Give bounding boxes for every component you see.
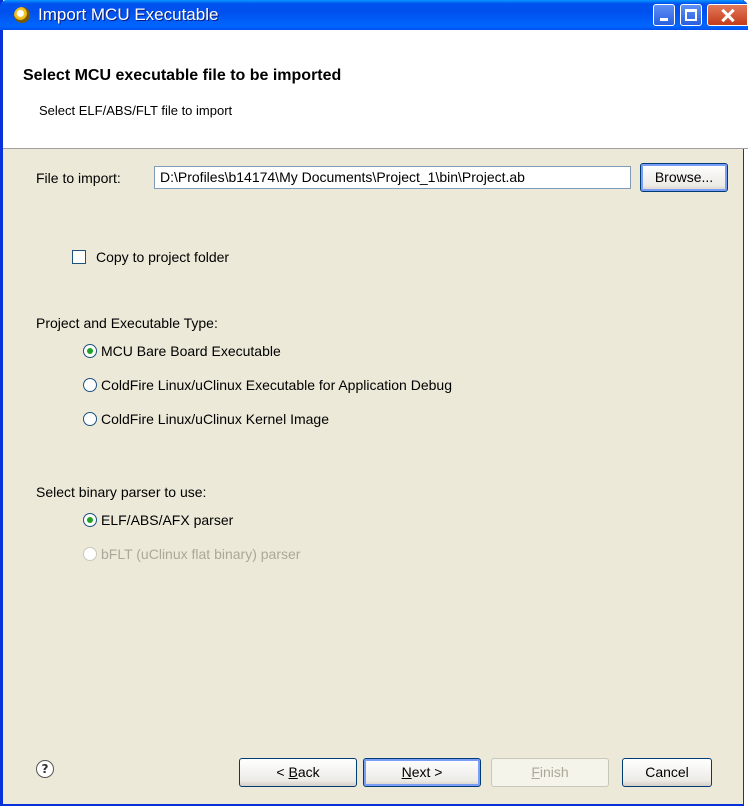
file-to-import-label: File to import: [36,170,121,186]
next-button-rest: ext > [411,764,443,780]
next-button-mnemonic: N [401,764,412,780]
radio-elf-parser[interactable] [83,513,97,527]
back-button-mnemonic: B [288,764,298,780]
app-icon [14,7,30,23]
window-title: Import MCU Executable [38,5,219,24]
browse-button[interactable]: Browse... [640,163,728,192]
radio-coldfire-app-debug[interactable] [83,378,97,392]
file-path-input[interactable]: D:\Profiles\b14174\My Documents\Project_… [154,166,631,189]
radio-mcu-bare-board-label[interactable]: MCU Bare Board Executable [101,343,281,359]
radio-elf-parser-label[interactable]: ELF/ABS/AFX parser [101,512,233,528]
finish-button-mnemonic: F [531,764,540,780]
wizard-header: Select MCU executable file to be importe… [3,30,748,149]
finish-button: Finish [491,758,609,787]
radio-bflt-parser [83,547,97,561]
title-bar: Import MCU Executable [0,0,748,30]
next-button[interactable]: Next > [363,758,481,787]
radio-mcu-bare-board[interactable] [83,344,97,358]
binary-parser-label: Select binary parser to use: [36,484,207,500]
back-button-rest: ack [297,764,320,780]
back-button[interactable]: < Back [239,758,357,787]
finish-button-rest: inish [539,764,569,780]
minimize-button[interactable] [653,4,675,26]
close-button[interactable] [707,4,748,26]
project-type-label: Project and Executable Type: [36,315,218,331]
page-title: Select MCU executable file to be importe… [23,67,342,84]
radio-coldfire-kernel-image[interactable] [83,412,97,426]
help-icon[interactable]: ? [36,760,54,778]
cancel-button[interactable]: Cancel [622,758,712,787]
radio-coldfire-app-debug-label[interactable]: ColdFire Linux/uClinux Executable for Ap… [101,377,452,393]
maximize-button[interactable] [680,4,702,26]
back-button-prefix: < [276,764,289,780]
page-description: Select ELF/ABS/FLT file to import [39,103,233,118]
copy-to-project-checkbox[interactable] [72,250,86,264]
radio-bflt-parser-label: bFLT (uClinux flat binary) parser [101,546,301,562]
radio-coldfire-kernel-image-label[interactable]: ColdFire Linux/uClinux Kernel Image [101,411,329,427]
copy-to-project-label[interactable]: Copy to project folder [96,249,229,265]
